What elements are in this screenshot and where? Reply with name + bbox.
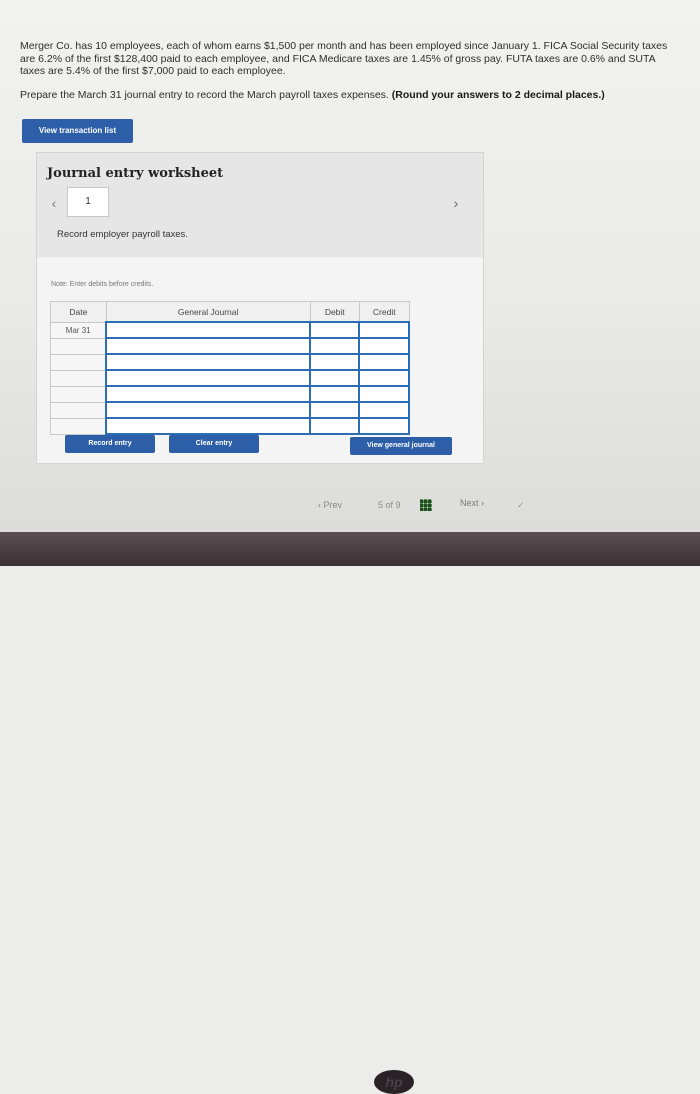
- worksheet-title: Journal entry worksheet: [47, 166, 224, 181]
- brand-logo-icon: hp: [374, 1070, 414, 1094]
- view-general-journal-button[interactable]: View general journal: [350, 437, 452, 455]
- credit-input[interactable]: [358, 369, 410, 387]
- record-entry-button[interactable]: Record entry: [65, 435, 155, 453]
- date-cell: Mar 31: [50, 321, 107, 339]
- credit-input[interactable]: [358, 401, 410, 419]
- journal-table: Date General Journal Debit Credit Mar 31: [50, 301, 410, 435]
- table-row: [50, 369, 410, 387]
- laptop-bezel: hp: [0, 532, 700, 1094]
- debit-input[interactable]: [309, 385, 361, 403]
- credit-input[interactable]: [358, 353, 410, 371]
- table-row: [50, 337, 410, 355]
- account-input[interactable]: [105, 385, 312, 403]
- view-transaction-list-button[interactable]: View transaction list: [22, 119, 133, 143]
- prompt-text: Prepare the March 31 journal entry to re…: [20, 89, 389, 101]
- next-entry-icon[interactable]: ›: [447, 193, 465, 213]
- date-cell: [50, 401, 107, 419]
- rounding-instruction: (Round your answers to 2 decimal places.…: [391, 89, 605, 101]
- prev-entry-icon[interactable]: ‹: [45, 193, 63, 213]
- debit-input[interactable]: [309, 369, 361, 387]
- clear-entry-button[interactable]: Clear entry: [169, 435, 259, 453]
- account-input[interactable]: [105, 321, 312, 339]
- credit-header: Credit: [358, 301, 410, 323]
- debit-input[interactable]: [309, 417, 361, 435]
- next-button[interactable]: Next ›: [460, 498, 484, 508]
- date-cell: [50, 385, 107, 403]
- prev-button[interactable]: ‹ Prev: [318, 500, 342, 510]
- credit-input[interactable]: [358, 417, 410, 435]
- debit-credit-note: Note: Enter debits before credits.: [51, 281, 154, 288]
- date-header: Date: [50, 301, 107, 323]
- date-cell: [50, 353, 107, 371]
- entry-description: Record employer payroll taxes.: [57, 229, 188, 240]
- question-text: Merger Co. has 10 employees, each of who…: [20, 40, 668, 77]
- debit-input[interactable]: [309, 353, 361, 371]
- table-row: [50, 417, 410, 435]
- question-prompt: Prepare the March 31 journal entry to re…: [20, 89, 680, 101]
- credit-input[interactable]: [358, 337, 410, 355]
- account-input[interactable]: [105, 337, 312, 355]
- account-input[interactable]: [105, 417, 312, 435]
- account-input[interactable]: [105, 369, 312, 387]
- account-input[interactable]: [105, 353, 312, 371]
- debit-input[interactable]: [309, 401, 361, 419]
- worksheet-header: Journal entry worksheet ‹ 1 › Record emp…: [37, 153, 483, 257]
- screen: Merger Co. has 10 employees, each of who…: [0, 0, 700, 532]
- page-indicator: 5 of 9: [378, 500, 401, 510]
- general-journal-header: General Journal: [105, 301, 311, 323]
- table-row: Mar 31: [50, 321, 410, 339]
- account-input[interactable]: [105, 401, 312, 419]
- grid-icon[interactable]: [420, 499, 432, 511]
- date-cell: [50, 369, 107, 387]
- date-cell: [50, 417, 107, 435]
- debit-input[interactable]: [309, 321, 361, 339]
- debit-input[interactable]: [309, 337, 361, 355]
- check-icon: ✓: [517, 500, 525, 510]
- journal-entry-worksheet: Journal entry worksheet ‹ 1 › Record emp…: [36, 152, 484, 464]
- table-row: [50, 353, 410, 371]
- entry-number-tab[interactable]: 1: [67, 187, 109, 217]
- date-cell: [50, 337, 107, 355]
- table-row: [50, 401, 410, 419]
- debit-header: Debit: [309, 301, 360, 323]
- credit-input[interactable]: [358, 385, 410, 403]
- table-row: [50, 385, 410, 403]
- credit-input[interactable]: [358, 321, 410, 339]
